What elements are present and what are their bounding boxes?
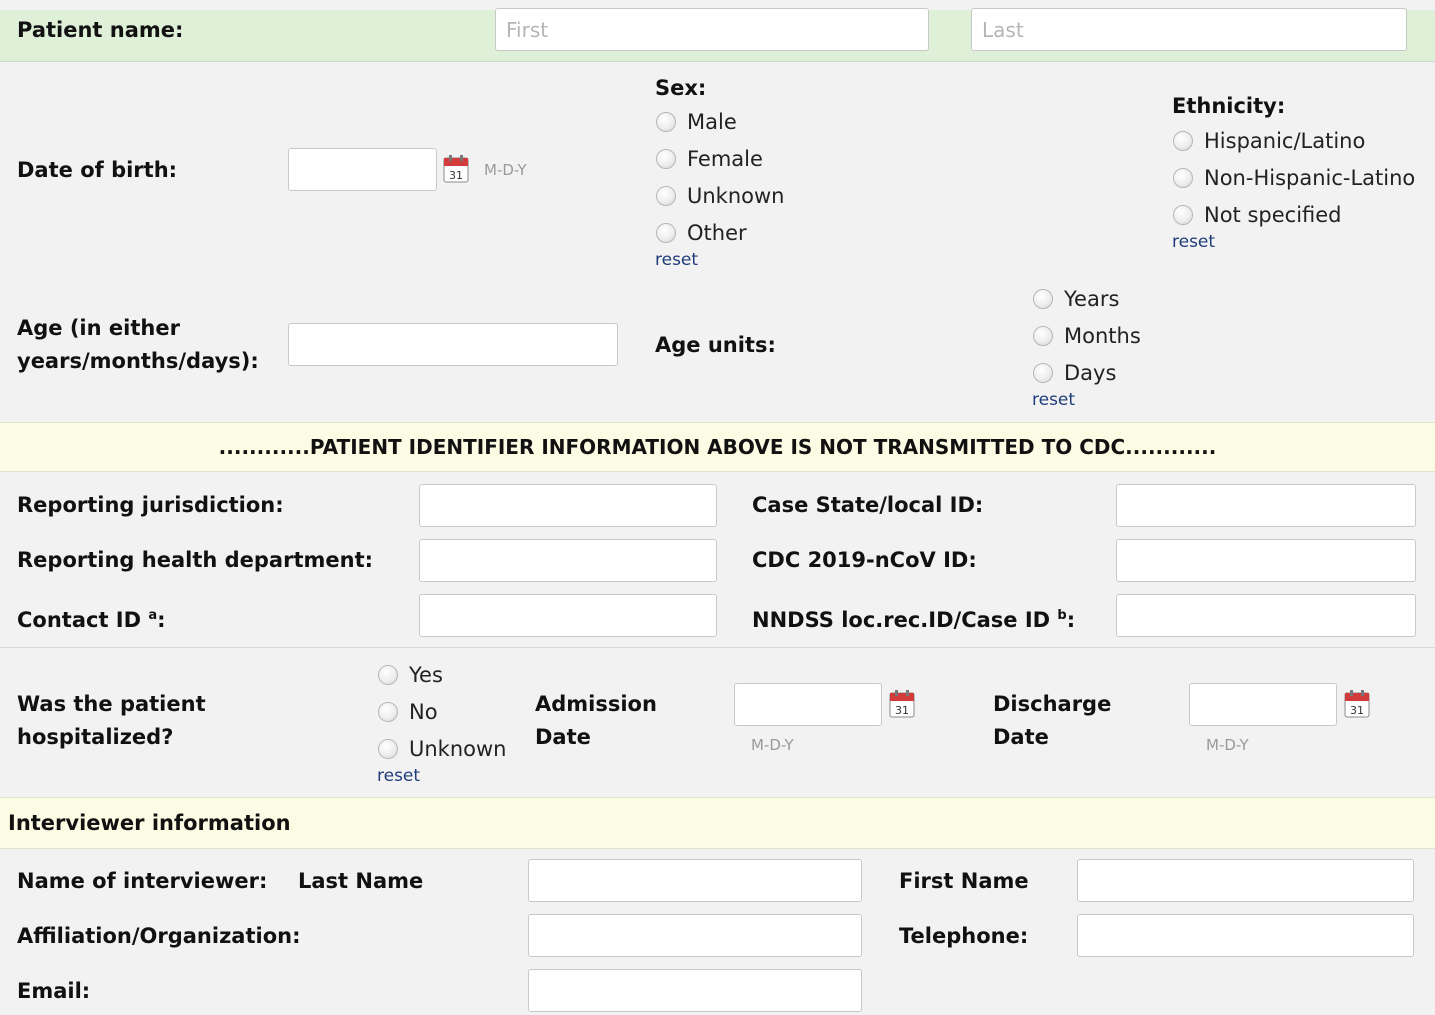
calendar-icon[interactable]: 31 xyxy=(889,690,915,718)
section-divider xyxy=(0,647,1435,648)
interviewer-name-label: Name of interviewer: xyxy=(17,869,268,893)
case-state-local-id-label: Case State/local ID: xyxy=(752,493,984,517)
hospitalized-label-line1: Was the patient xyxy=(17,692,206,716)
radio-button[interactable] xyxy=(1033,325,1053,346)
first-name-input[interactable] xyxy=(495,8,929,51)
svg-text:31: 31 xyxy=(895,704,909,717)
footnote-a: a xyxy=(148,608,158,623)
age-input[interactable] xyxy=(288,323,618,366)
calendar-icon[interactable]: 31 xyxy=(443,155,469,183)
age-units-options: Years Months Days xyxy=(1033,280,1141,391)
sex-option-female[interactable]: Female xyxy=(656,140,784,177)
affiliation-label: Affiliation/Organization: xyxy=(17,924,301,948)
discharge-date-input[interactable] xyxy=(1189,683,1337,726)
radio-button[interactable] xyxy=(378,738,398,759)
age-label-line1: Age (in either xyxy=(17,316,180,340)
hospitalized-option-yes[interactable]: Yes xyxy=(378,656,506,693)
radio-button[interactable] xyxy=(1033,362,1053,383)
radio-button[interactable] xyxy=(378,701,398,722)
ethnicity-label: Ethnicity: xyxy=(1172,94,1286,118)
hospitalized-label-line2: hospitalized? xyxy=(17,725,174,749)
ethnicity-options: Hispanic/Latino Non-Hispanic-Latino Not … xyxy=(1173,122,1415,233)
ethnicity-option-not-specified[interactable]: Not specified xyxy=(1173,196,1415,233)
interviewer-section-title: Interviewer information xyxy=(8,811,291,835)
sex-label: Sex: xyxy=(655,76,707,100)
radio-button[interactable] xyxy=(1173,167,1193,188)
interviewer-last-name-input[interactable] xyxy=(528,859,862,902)
last-name-input[interactable] xyxy=(971,8,1407,51)
radio-button[interactable] xyxy=(656,111,676,132)
cdc-ncov-id-label: CDC 2019-nCoV ID: xyxy=(752,548,977,572)
discharge-date-label-line1: Discharge xyxy=(993,692,1112,716)
svg-text:31: 31 xyxy=(1350,704,1364,717)
hospitalized-option-no[interactable]: No xyxy=(378,693,506,730)
discharge-date-format-hint: M-D-Y xyxy=(1206,736,1249,754)
reporting-jurisdiction-label: Reporting jurisdiction: xyxy=(17,493,284,517)
ethnicity-reset-link[interactable]: reset xyxy=(1172,232,1215,252)
age-units-label: Age units: xyxy=(655,333,776,357)
reporting-health-department-label: Reporting health department: xyxy=(17,548,374,572)
case-state-local-id-input[interactable] xyxy=(1116,484,1416,527)
hospitalized-options: Yes No Unknown xyxy=(378,656,506,767)
radio-button[interactable] xyxy=(656,148,676,169)
footnote-b: b xyxy=(1057,608,1067,623)
hospitalized-reset-link[interactable]: reset xyxy=(377,766,420,786)
contact-id-label: Contact ID a: xyxy=(17,608,166,632)
nndss-case-id-input[interactable] xyxy=(1116,594,1416,637)
interviewer-first-name-input[interactable] xyxy=(1077,859,1414,902)
age-label-line2: years/months/days): xyxy=(17,349,259,373)
email-input[interactable] xyxy=(528,969,862,1012)
admission-date-input[interactable] xyxy=(734,683,882,726)
interviewer-last-name-label: Last Name xyxy=(298,869,424,893)
discharge-date-label-line2: Date xyxy=(993,725,1049,749)
age-units-reset-link[interactable]: reset xyxy=(1032,390,1075,410)
age-unit-days[interactable]: Days xyxy=(1033,354,1141,391)
sex-options: Male Female Unknown Other xyxy=(656,103,784,251)
ethnicity-option-non-hispanic[interactable]: Non-Hispanic-Latino xyxy=(1173,159,1415,196)
telephone-label: Telephone: xyxy=(899,924,1029,948)
hospitalized-option-unknown[interactable]: Unknown xyxy=(378,730,506,767)
admission-date-format-hint: M-D-Y xyxy=(751,736,794,754)
patient-name-label: Patient name: xyxy=(17,18,184,42)
radio-button[interactable] xyxy=(1173,204,1193,225)
radio-button[interactable] xyxy=(378,664,398,685)
radio-button[interactable] xyxy=(656,222,676,243)
sex-reset-link[interactable]: reset xyxy=(655,250,698,270)
telephone-input[interactable] xyxy=(1077,914,1414,957)
reporting-health-department-input[interactable] xyxy=(419,539,717,582)
age-unit-years[interactable]: Years xyxy=(1033,280,1141,317)
cdc-ncov-id-input[interactable] xyxy=(1116,539,1416,582)
sex-option-unknown[interactable]: Unknown xyxy=(656,177,784,214)
contact-id-input[interactable] xyxy=(419,594,717,637)
dob-input[interactable] xyxy=(288,148,437,191)
dob-format-hint: M-D-Y xyxy=(484,161,527,179)
sex-option-other[interactable]: Other xyxy=(656,214,784,251)
radio-button[interactable] xyxy=(656,185,676,206)
affiliation-input[interactable] xyxy=(528,914,862,957)
radio-button[interactable] xyxy=(1173,130,1193,151)
admission-date-label-line1: Admission xyxy=(535,692,657,716)
email-label: Email: xyxy=(17,979,91,1003)
sex-option-male[interactable]: Male xyxy=(656,103,784,140)
age-unit-months[interactable]: Months xyxy=(1033,317,1141,354)
radio-button[interactable] xyxy=(1033,288,1053,309)
calendar-icon[interactable]: 31 xyxy=(1344,690,1370,718)
nndss-case-id-label: NNDSS loc.rec.ID/Case ID b: xyxy=(752,608,1076,632)
identifier-notice-banner: ............PATIENT IDENTIFIER INFORMATI… xyxy=(0,422,1435,472)
dob-label: Date of birth: xyxy=(17,158,178,182)
reporting-jurisdiction-input[interactable] xyxy=(419,484,717,527)
interviewer-first-name-label: First Name xyxy=(899,869,1029,893)
ethnicity-option-hispanic[interactable]: Hispanic/Latino xyxy=(1173,122,1415,159)
admission-date-label-line2: Date xyxy=(535,725,591,749)
svg-text:31: 31 xyxy=(449,169,463,182)
